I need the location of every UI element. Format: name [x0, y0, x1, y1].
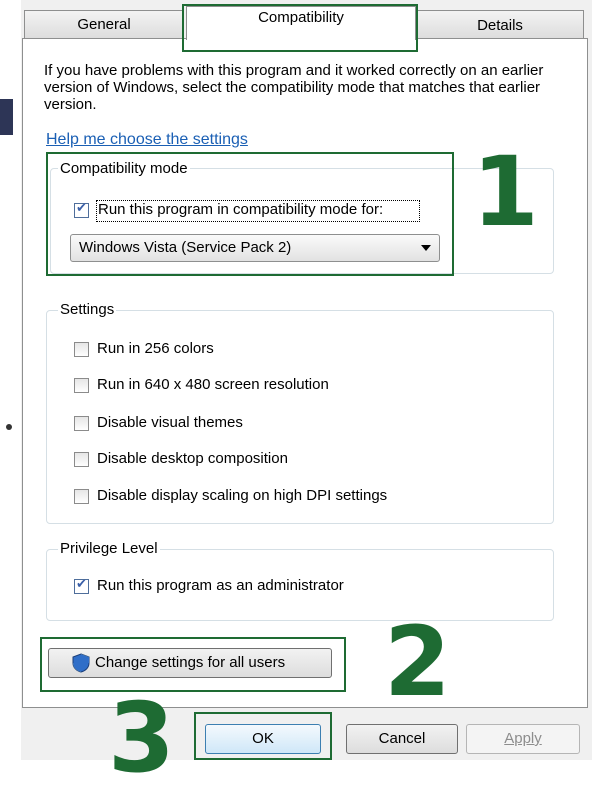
tab-details[interactable]: Details [416, 10, 584, 39]
background-dot [6, 424, 12, 430]
privilege-level-legend: Privilege Level [58, 540, 160, 557]
run-256-colors-label: Run in 256 colors [97, 340, 214, 357]
help-link[interactable]: Help me choose the settings [46, 131, 248, 149]
tab-general[interactable]: General [24, 10, 184, 39]
annotation-box-compatibility-tab [182, 4, 418, 52]
disable-desktop-composition-label: Disable desktop composition [97, 450, 288, 467]
disable-visual-themes-checkbox[interactable] [74, 416, 89, 431]
disable-dpi-scaling-label: Disable display scaling on high DPI sett… [97, 487, 388, 504]
annotation-box-ok [194, 712, 332, 760]
background-window-edge [0, 99, 13, 135]
run-as-admin-checkbox[interactable] [74, 577, 89, 594]
run-256-colors-checkbox[interactable] [74, 342, 89, 357]
run-as-admin-label: Run this program as an administrator [97, 577, 344, 594]
disable-visual-themes-label: Disable visual themes [97, 414, 243, 431]
annotation-number-2: 2 [384, 606, 451, 718]
run-640x480-checkbox[interactable] [74, 378, 89, 393]
cancel-button[interactable]: Cancel [346, 724, 458, 754]
apply-button[interactable]: Apply [466, 724, 580, 754]
annotation-number-1: 1 [472, 136, 539, 248]
disable-dpi-scaling-checkbox[interactable] [74, 489, 89, 504]
annotation-box-change-settings [40, 637, 346, 692]
annotation-box-compatibility-mode [46, 152, 454, 276]
annotation-number-3: 3 [108, 682, 175, 794]
settings-legend: Settings [58, 301, 117, 318]
disable-desktop-composition-checkbox[interactable] [74, 452, 89, 467]
run-640x480-label: Run in 640 x 480 screen resolution [97, 376, 329, 393]
intro-text: If you have problems with this program a… [44, 62, 544, 113]
